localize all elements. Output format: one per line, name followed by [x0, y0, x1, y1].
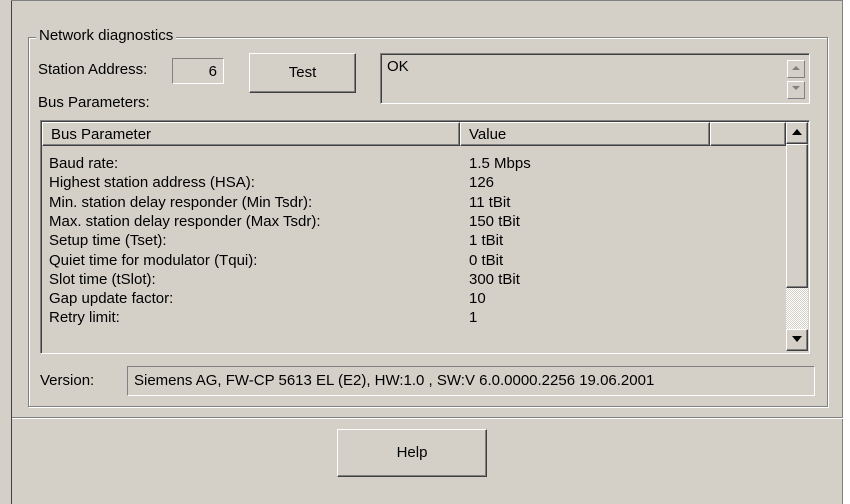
table-row[interactable]: Highest station address (HSA): 126: [41, 173, 781, 192]
down-arrow-icon: [792, 86, 800, 90]
parameter-name: Highest station address (HSA):: [49, 174, 255, 192]
parameter-name: Retry limit:: [49, 309, 120, 327]
scroll-down-button[interactable]: [786, 329, 808, 351]
parameter-name: Max. station delay responder (Max Tsdr):: [49, 212, 321, 230]
column-header-value[interactable]: Value: [460, 122, 710, 146]
column-header-blank[interactable]: [710, 122, 786, 146]
parameter-name: Quiet time for modulator (Tqui):: [49, 251, 258, 269]
status-text: OK: [387, 58, 409, 75]
list-vertical-scrollbar[interactable]: [786, 122, 808, 351]
scrollbar-thumb[interactable]: [786, 144, 808, 288]
station-address-label: Station Address:: [38, 61, 148, 78]
parameter-name: Min. station delay responder (Min Tsdr):: [49, 193, 313, 211]
status-scroll-down-button[interactable]: [787, 81, 805, 99]
parameter-value: 10: [469, 290, 486, 308]
parameter-value: 11 tBit: [469, 193, 511, 211]
window-frame-left-edge: [11, 0, 12, 504]
window-frame-top: [11, 0, 843, 1]
up-arrow-icon: [792, 66, 800, 70]
test-button[interactable]: Test: [249, 53, 356, 93]
version-field: Siemens AG, FW-CP 5613 EL (E2), HW:1.0 ,…: [127, 366, 815, 396]
parameter-name: Slot time (tSlot):: [49, 270, 156, 288]
down-arrow-icon: [792, 336, 802, 342]
parameter-value: 126: [469, 174, 495, 192]
bus-parameters-label: Bus Parameters:: [38, 94, 150, 111]
status-output-box[interactable]: OK: [380, 53, 810, 104]
up-arrow-icon: [792, 129, 802, 135]
table-row[interactable]: Baud rate: 1.5 Mbps: [41, 154, 781, 173]
scroll-up-button[interactable]: [786, 122, 808, 144]
parameter-value: 1 tBit: [469, 232, 504, 250]
parameter-value: 0 tBit: [469, 251, 504, 269]
parameter-name: Baud rate:: [49, 155, 119, 172]
window-frame-right: [843, 0, 850, 504]
station-address-field[interactable]: 6: [172, 58, 224, 84]
table-row[interactable]: Quiet time for modulator (Tqui): 0 tBit: [41, 251, 781, 270]
table-row[interactable]: Max. station delay responder (Max Tsdr):…: [41, 212, 781, 231]
group-title: Network diagnostics: [36, 27, 177, 44]
parameter-value: 1.5 Mbps: [469, 155, 531, 172]
version-label: Version:: [40, 372, 95, 389]
table-row[interactable]: Retry limit: 1: [41, 308, 781, 327]
separator-line-highlight: [12, 418, 843, 419]
parameter-name: Gap update factor:: [49, 290, 174, 308]
table-row[interactable]: Slot time (tSlot): 300 tBit: [41, 270, 781, 289]
table-row[interactable]: Gap update factor: 10: [41, 289, 781, 308]
table-row[interactable]: Setup time (Tset): 1 tBit: [41, 231, 781, 250]
parameter-value: 150 tBit: [469, 212, 520, 230]
help-button[interactable]: Help: [337, 429, 487, 477]
parameter-value: 300 tBit: [469, 270, 520, 288]
column-header-parameter[interactable]: Bus Parameter: [42, 122, 460, 146]
status-scroll-up-button[interactable]: [787, 60, 805, 78]
parameter-name: Setup time (Tset):: [49, 232, 167, 250]
bus-parameter-list[interactable]: Bus Parameter Value Baud rate: 1.5 Mbps …: [40, 120, 810, 354]
parameter-value: 1: [469, 309, 478, 327]
scrollbar-track[interactable]: [786, 288, 808, 329]
table-row[interactable]: Min. station delay responder (Min Tsdr):…: [41, 193, 781, 212]
